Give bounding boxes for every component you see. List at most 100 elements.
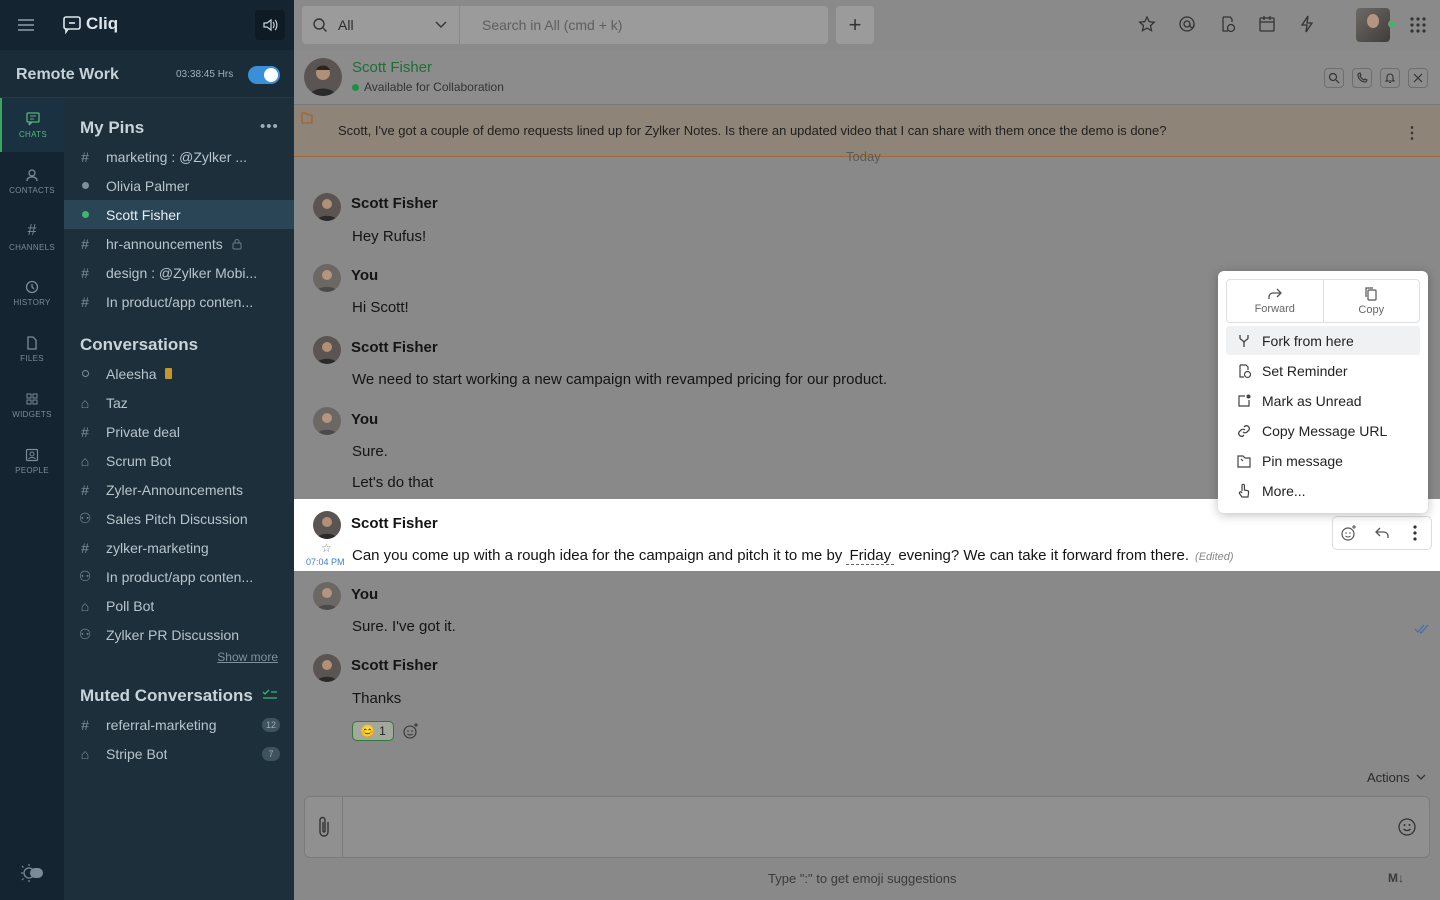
message-hover-actions xyxy=(1332,516,1432,550)
group-icon: ⚇ xyxy=(78,510,92,526)
show-more-link[interactable]: Show more xyxy=(217,650,278,664)
avatar[interactable] xyxy=(313,582,341,610)
message-sender: Scott Fisher xyxy=(351,657,438,674)
nav-history[interactable]: HISTORY xyxy=(0,266,64,320)
conversation-item[interactable]: ⌂ Scrum Bot xyxy=(64,446,294,475)
message-context-menu: Forward Copy Fork from here Set Reminder… xyxy=(1218,271,1428,513)
avatar[interactable] xyxy=(313,407,341,435)
calendar-icon[interactable] xyxy=(1258,15,1276,33)
group-icon: ⚇ xyxy=(78,568,92,584)
mark-read-icon[interactable] xyxy=(262,688,278,702)
menu-item-copy-url[interactable]: Copy Message URL xyxy=(1226,416,1420,445)
reply-icon[interactable] xyxy=(1373,524,1391,542)
nav-chats[interactable]: CHATS xyxy=(0,98,64,152)
menu-item-more[interactable]: More... xyxy=(1226,476,1420,505)
pin-item[interactable]: # design : @Zylker Mobi... xyxy=(64,258,294,287)
conversation-item[interactable]: # Zyler-Announcements xyxy=(64,475,294,504)
new-chat-button[interactable]: + xyxy=(836,6,874,44)
group-icon: ⚇ xyxy=(78,626,92,642)
search-box[interactable]: All Search in All (cmd + k) xyxy=(302,6,828,44)
menu-item-fork[interactable]: Fork from here xyxy=(1226,326,1420,355)
search-scope-select[interactable]: All xyxy=(302,6,460,44)
reminder-icon[interactable] xyxy=(1218,15,1236,33)
close-chat-button[interactable] xyxy=(1408,68,1428,88)
nav-widgets[interactable]: WIDGETS xyxy=(0,378,64,432)
avatar[interactable] xyxy=(313,193,341,221)
kebab-icon[interactable]: ⋮ xyxy=(1404,123,1420,143)
add-reaction-icon[interactable] xyxy=(402,722,420,740)
chevron-down-icon xyxy=(435,21,447,28)
pin-item[interactable]: # marketing : @Zylker ... xyxy=(64,142,294,171)
conversation-item[interactable]: ⚇ In product/app conten... xyxy=(64,562,294,591)
pin-item[interactable]: Olivia Palmer xyxy=(64,171,294,200)
notifications-button[interactable] xyxy=(1380,68,1400,88)
hash-icon: # xyxy=(81,148,89,165)
chat-search-button[interactable] xyxy=(1324,68,1344,88)
actions-dropdown[interactable]: Actions xyxy=(1367,770,1426,785)
avatar[interactable] xyxy=(313,654,341,682)
online-status-icon xyxy=(352,83,359,91)
conversation-item[interactable]: ⌂ Poll Bot xyxy=(64,591,294,620)
conversation-item[interactable]: ⌂ Taz xyxy=(64,388,294,417)
pin-item[interactable]: # hr-announcements xyxy=(64,229,294,258)
message-composer[interactable] xyxy=(304,796,1430,858)
nav-label: PEOPLE xyxy=(15,466,49,475)
nav-files[interactable]: FILES xyxy=(0,322,64,376)
menu-item-pin[interactable]: Pin message xyxy=(1226,446,1420,475)
integrations-icon[interactable] xyxy=(1298,15,1316,33)
muted-item[interactable]: # referral-marketing 12 xyxy=(64,710,294,739)
call-button[interactable] xyxy=(1352,68,1372,88)
message-text-part: Can you come up with a rough idea for th… xyxy=(352,547,843,564)
pin-name: hr-announcements xyxy=(106,235,223,252)
menu-icon[interactable] xyxy=(16,15,36,35)
menu-item-mark-unread[interactable]: Mark as Unread xyxy=(1226,386,1420,415)
conversation-item[interactable]: # Private deal xyxy=(64,417,294,446)
avatar[interactable] xyxy=(304,58,342,96)
nav-contacts[interactable]: CONTACTS xyxy=(0,154,64,208)
pin-item-active[interactable]: Scott Fisher xyxy=(64,200,294,229)
chat-title[interactable]: Scott Fisher xyxy=(352,59,432,76)
conversation-name: Zyler-Announcements xyxy=(106,481,243,498)
menu-item-reminder[interactable]: Set Reminder xyxy=(1226,356,1420,385)
lock-icon xyxy=(232,238,242,249)
message-sender: You xyxy=(351,411,379,428)
avatar[interactable] xyxy=(313,511,341,539)
search-input[interactable]: Search in All (cmd + k) xyxy=(482,17,622,33)
forward-button[interactable]: Forward xyxy=(1227,280,1323,322)
attach-button[interactable] xyxy=(305,797,343,857)
star-icon[interactable] xyxy=(1138,15,1156,33)
theme-icon xyxy=(21,864,43,882)
kebab-icon[interactable] xyxy=(1406,524,1424,542)
avatar[interactable] xyxy=(313,336,341,364)
work-toggle[interactable] xyxy=(248,66,280,84)
speaker-button[interactable] xyxy=(255,10,285,40)
reaction-chip[interactable]: 😊 1 xyxy=(352,721,394,741)
conversation-item[interactable]: # zylker-marketing xyxy=(64,533,294,562)
avatar[interactable] xyxy=(1356,8,1390,42)
markdown-icon[interactable]: M↓ xyxy=(1388,871,1404,885)
search-icon xyxy=(1328,72,1340,84)
emoji-icon[interactable] xyxy=(1397,817,1417,837)
message-text: Let's do that xyxy=(352,474,434,491)
message-text-part: evening? We can take it forward from the… xyxy=(898,547,1190,564)
avatar[interactable] xyxy=(313,264,341,292)
pin-item[interactable]: # In product/app conten... xyxy=(64,287,294,316)
conversation-item[interactable]: ⚇ Zylker PR Discussion xyxy=(64,620,294,649)
conversation-item[interactable]: Aleesha xyxy=(64,359,294,388)
actions-label: Actions xyxy=(1367,770,1410,785)
date-highlight[interactable]: Friday xyxy=(846,547,895,565)
muted-item[interactable]: ⌂ Stripe Bot 7 xyxy=(64,739,294,768)
mention-icon[interactable] xyxy=(1178,15,1196,33)
nav-people[interactable]: PEOPLE xyxy=(0,434,64,488)
star-icon[interactable]: ☆ xyxy=(321,541,332,555)
chat-status: Available for Collaboration xyxy=(352,80,504,94)
add-reaction-icon[interactable] xyxy=(1340,524,1358,542)
menu-item-label: Fork from here xyxy=(1262,332,1354,349)
theme-toggle[interactable] xyxy=(18,860,44,886)
apps-grid-icon[interactable] xyxy=(1409,16,1427,34)
hash-icon: # xyxy=(81,235,89,252)
more-icon[interactable]: ••• xyxy=(260,118,279,135)
nav-channels[interactable]: # CHANNELS xyxy=(0,210,64,264)
copy-button[interactable]: Copy xyxy=(1322,280,1420,322)
conversation-item[interactable]: ⚇ Sales Pitch Discussion xyxy=(64,504,294,533)
